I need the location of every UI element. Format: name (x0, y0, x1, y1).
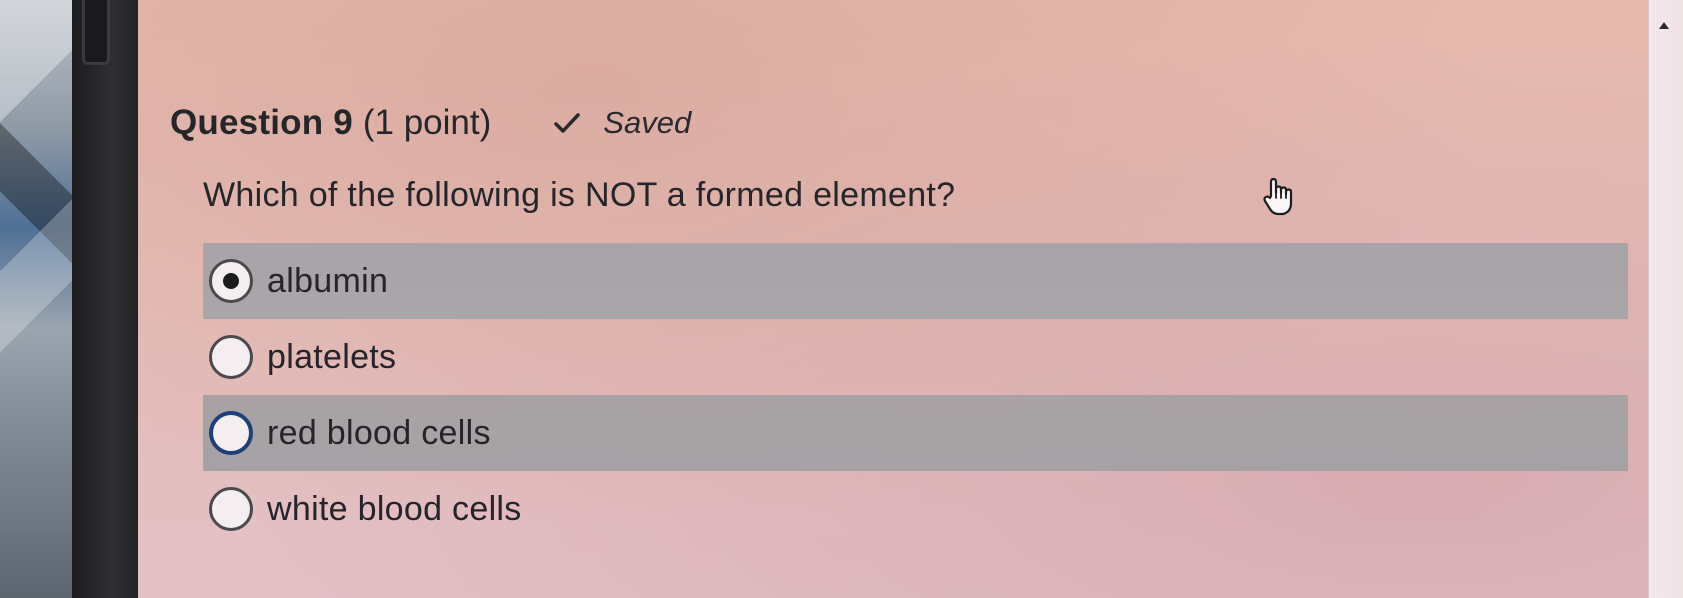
question-points: (1 point) (362, 103, 492, 142)
option-label: platelets (267, 337, 397, 376)
monitor-bezel (72, 0, 138, 598)
option-platelets[interactable]: platelets (203, 319, 1628, 395)
saved-label: Saved (603, 105, 692, 140)
saved-status: Saved (553, 105, 691, 141)
option-albumin[interactable]: albumin (203, 243, 1628, 319)
question-prompt: Which of the following is NOT a formed e… (203, 176, 956, 214)
radio-button-selected[interactable] (209, 259, 253, 303)
option-label: albumin (267, 261, 389, 300)
scroll-up-arrow-icon[interactable] (1659, 22, 1669, 29)
radio-button[interactable] (209, 335, 253, 379)
answer-options: albumin platelets red blood cells white … (203, 243, 1628, 547)
bezel-notch (82, 0, 110, 65)
option-white-blood-cells[interactable]: white blood cells (203, 471, 1628, 547)
photo-scene: Question 9 (1 point) Saved Which of the … (0, 0, 1683, 598)
check-icon (553, 112, 581, 134)
radio-button-focused[interactable] (209, 411, 253, 455)
room-background (0, 0, 80, 598)
question-title: Question 9 (170, 103, 353, 142)
question-header: Question 9 (1 point) Saved (170, 98, 691, 148)
radio-selected-dot (223, 273, 239, 289)
option-label: red blood cells (267, 413, 491, 452)
hand-pointer-icon (1262, 176, 1296, 222)
vertical-scrollbar[interactable] (1648, 0, 1683, 598)
radio-button[interactable] (209, 487, 253, 531)
option-red-blood-cells[interactable]: red blood cells (203, 395, 1628, 471)
option-label: white blood cells (267, 489, 522, 528)
